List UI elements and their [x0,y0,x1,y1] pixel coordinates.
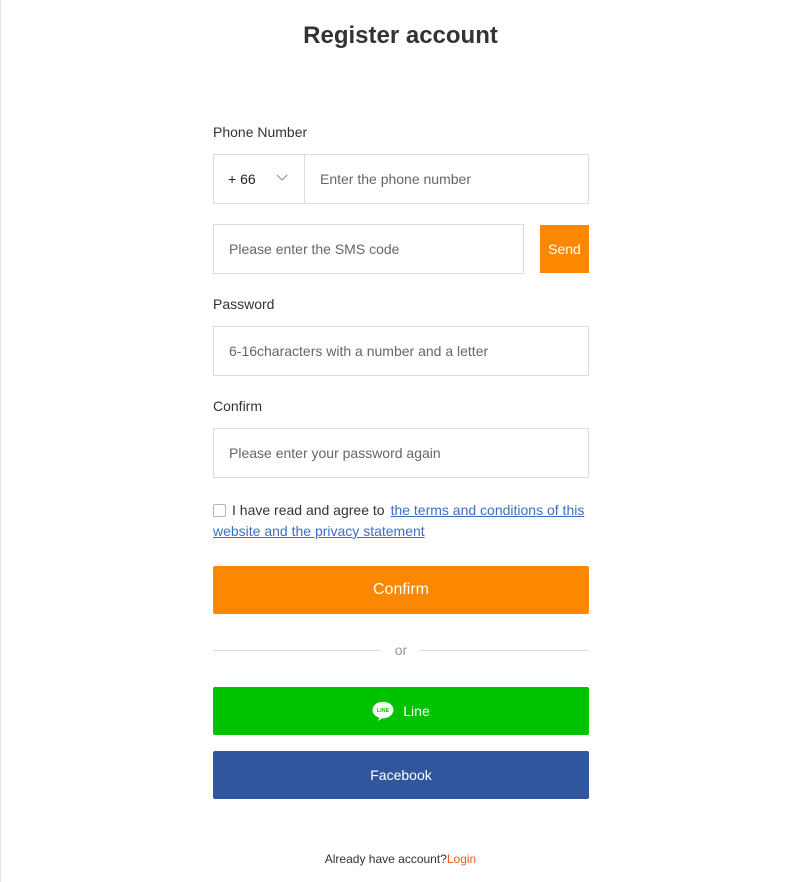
footer: Already have account?Login [0,852,801,866]
confirm-password-field [213,428,589,478]
divider-line-right [419,650,589,651]
page-title: Register account [303,22,498,49]
password-label: Password [213,296,275,312]
line-label: Line [403,703,430,719]
country-code-select[interactable]: + 66 [213,154,305,204]
line-login-button[interactable]: LINE Line [213,687,589,735]
or-divider: or [213,640,589,660]
confirm-button[interactable]: Confirm [213,566,589,614]
phone-field [304,154,589,204]
confirm-password-input[interactable] [214,429,588,477]
send-sms-button[interactable]: Send [540,225,589,273]
sms-code-input[interactable] [214,225,523,273]
password-field [213,326,589,376]
password-input[interactable] [214,327,588,375]
page-border [0,0,1,882]
confirm-password-label: Confirm [213,398,263,414]
facebook-login-button[interactable]: Facebook [213,751,589,799]
login-link[interactable]: Login [447,852,476,866]
already-have-account-text: Already have account? [324,852,447,866]
agree-checkbox[interactable] [213,504,226,517]
sms-field [213,224,524,274]
agreement-text: I have read and agree to [232,502,385,518]
line-logo-icon: LINE [372,701,394,721]
agreement-row: I have read and agree to the terms and co… [213,500,593,542]
phone-label: Phone Number [213,124,308,140]
svg-text:LINE: LINE [377,708,390,714]
phone-input[interactable] [305,155,588,203]
chevron-down-icon [276,174,288,181]
country-code-value: + 66 [228,171,256,187]
